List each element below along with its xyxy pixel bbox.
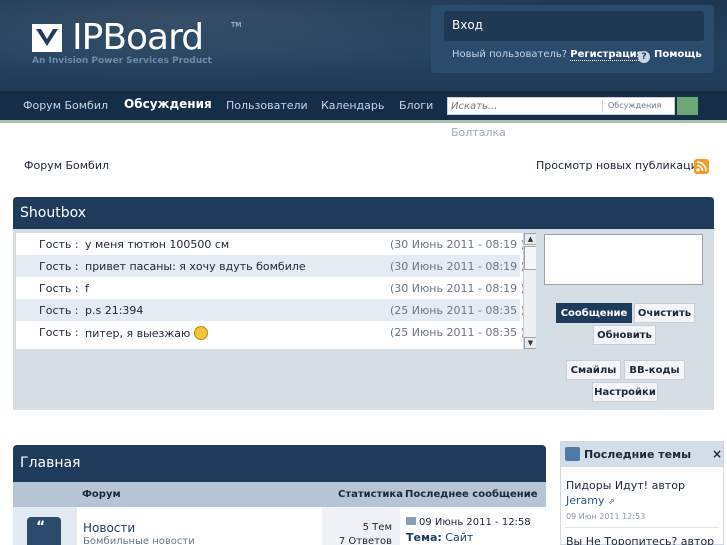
forum-table-header: Форум Статистика Последнее сообщение <box>13 482 546 507</box>
logo-trademark: TM <box>231 21 242 29</box>
category-title[interactable]: Главная <box>13 445 546 482</box>
smiley-icon <box>194 326 209 340</box>
sign-in-button[interactable]: Вход <box>444 11 704 41</box>
shoutbox: Shoutbox Гость : у меня тютюн 100500 см … <box>13 197 714 410</box>
shout-time: (30 Июнь 2011 - 08:19 ) <box>390 260 525 273</box>
latest-topics-widget: Последние темы × Пидоры Идут! автор Jera… <box>560 441 724 545</box>
shout-row: Гость : привет пасаны: я хочу вдуть бомб… <box>16 255 525 277</box>
forum-topic-count: 5 Тем <box>362 522 392 533</box>
last-topic-label: Тема: <box>406 531 442 544</box>
register-link[interactable]: Регистрация <box>570 49 644 61</box>
shout-author: Гость : <box>39 304 79 317</box>
search-scope-selector[interactable]: Обсуждения <box>602 100 661 112</box>
search-input[interactable] <box>451 100 601 113</box>
latest-topic-title[interactable]: Вы Не Торопитесь? автор <box>566 535 714 545</box>
shout-time: (25 Июнь 2011 - 08:35 ) <box>390 304 525 317</box>
shout-time: (25 Июнь 2011 - 08:35 ) <box>390 326 525 339</box>
latest-topic-author-name: Jeramy <box>566 494 605 507</box>
user-box: Вход Новый пользователь? Регистрация ? По… <box>431 5 714 73</box>
shout-message: p.s 21:394 <box>85 304 144 317</box>
shout-input[interactable] <box>544 234 703 285</box>
shout-row: Гость : f (30 Июнь 2011 - 08:19 ) <box>16 277 525 299</box>
forum-reply-count: 7 Ответов <box>338 536 392 545</box>
last-post-date-text: 09 Июнь 2011 - 12:58 <box>419 517 531 528</box>
forum-icon-cell: “ <box>13 507 77 545</box>
breadcrumb[interactable]: Форум Бомбил <box>24 159 109 172</box>
nav-item-members[interactable]: Пользователи <box>226 99 308 112</box>
logo-text: IPBoard <box>72 17 204 58</box>
shout-message: f <box>85 282 89 295</box>
shout-scrollbar[interactable]: ▲ ▼ <box>523 233 536 349</box>
refresh-button[interactable]: Обновить <box>593 325 656 345</box>
shout-row: Гость : питер, я выезжаю (25 Июнь 2011 -… <box>16 321 525 343</box>
scroll-thumb[interactable] <box>524 246 536 270</box>
forum-name-link[interactable]: Новости <box>83 521 135 535</box>
latest-topics-title: Последние темы <box>561 442 723 467</box>
table-row: “ Новости Бомбильные новости 5 Тем 7 Отв… <box>13 507 546 545</box>
external-link-icon: ⇗ <box>608 497 615 506</box>
send-message-button[interactable]: Сообщение <box>556 303 632 323</box>
forum-stats-cell: 5 Тем 7 Ответов <box>322 507 400 545</box>
latest-divider <box>565 527 719 528</box>
nav-item-calendar[interactable]: Календарь <box>321 99 384 112</box>
column-forum: Форум <box>82 489 121 500</box>
column-last-post: Последнее сообщение <box>405 489 538 500</box>
site-header: IPBoard TM An Invision Power Services Pr… <box>0 0 727 91</box>
shout-author: Гость : <box>39 282 79 295</box>
logo-mark-icon <box>32 24 62 52</box>
nav-item-forum[interactable]: Форум Бомбил <box>23 99 108 112</box>
go-to-post-icon <box>406 517 416 525</box>
search-box: Обсуждения <box>447 97 675 115</box>
settings-button[interactable]: Настройки <box>592 382 658 402</box>
logo-subtitle: An Invision Power Services Product <box>32 56 212 66</box>
nav-divider <box>0 120 727 123</box>
latest-topic-author[interactable]: Jeramy ⇗ <box>566 494 615 507</box>
column-stats: Статистика <box>338 489 403 500</box>
shout-author: Гость : <box>39 238 79 251</box>
scroll-down-icon[interactable]: ▼ <box>524 337 536 349</box>
scroll-up-icon[interactable]: ▲ <box>524 233 536 245</box>
bbcodes-button[interactable]: BB-коды <box>624 360 685 380</box>
shout-row: Гость : у меня тютюн 100500 см (30 Июнь … <box>16 233 525 255</box>
forum-description: Бомбильные новости <box>83 536 195 545</box>
close-icon[interactable]: × <box>712 447 722 461</box>
nav-item-discussions[interactable]: Обсуждения <box>124 97 212 111</box>
help-label: Помощь <box>654 49 702 60</box>
last-post-cell: 09 Июнь 2011 - 12:58 Тема: Сайт <box>400 507 546 545</box>
smilies-button[interactable]: Смайлы <box>566 360 621 380</box>
last-post-date[interactable]: 09 Июнь 2011 - 12:58 <box>406 517 531 528</box>
shout-row: Гость : p.s 21:394 (25 Июнь 2011 - 08:35… <box>16 299 525 321</box>
rss-icon[interactable] <box>694 159 709 174</box>
register-line: Новый пользователь? Регистрация <box>452 49 644 61</box>
help-link[interactable]: ? Помощь <box>638 49 702 63</box>
shout-list: Гость : у меня тютюн 100500 см (30 Июнь … <box>16 233 536 349</box>
forum-category: Главная Форум Статистика Последнее сообщ… <box>13 445 546 545</box>
shoutbox-title: Shoutbox <box>13 197 714 229</box>
search-button[interactable] <box>677 97 698 115</box>
new-user-label: Новый пользователь? <box>452 49 568 60</box>
forum-read-status-icon: “ <box>27 517 61 545</box>
sub-nav-item-chat[interactable]: Болталка <box>451 126 506 139</box>
latest-topic-title[interactable]: Пидоры Идут! автор <box>566 479 685 492</box>
chat-bubbles-icon <box>565 447 580 461</box>
shout-message: привет пасаны: я хочу вдуть бомбиле <box>85 260 306 273</box>
shout-message-text: питер, я выезжаю <box>85 327 191 340</box>
forum-info-cell: Новости Бомбильные новости <box>77 507 322 545</box>
shout-message: питер, я выезжаю <box>85 326 209 340</box>
shout-message: у меня тютюн 100500 см <box>85 238 230 251</box>
last-topic-link[interactable]: Сайт <box>445 531 473 544</box>
new-posts-link[interactable]: Просмотр новых публикаций <box>536 159 705 172</box>
nav-item-blogs[interactable]: Блоги <box>399 99 433 112</box>
shout-time: (30 Июнь 2011 - 08:19 ) <box>390 282 525 295</box>
help-icon: ? <box>638 51 650 63</box>
last-post-topic: Тема: Сайт <box>406 531 473 544</box>
clear-button[interactable]: Очистить <box>634 303 695 323</box>
shout-time: (30 Июнь 2011 - 08:19 ) <box>390 238 525 251</box>
latest-topic-date: 09 Июн 2011 12:53 <box>566 512 646 521</box>
shout-author: Гость : <box>39 326 79 339</box>
shout-author: Гость : <box>39 260 79 273</box>
